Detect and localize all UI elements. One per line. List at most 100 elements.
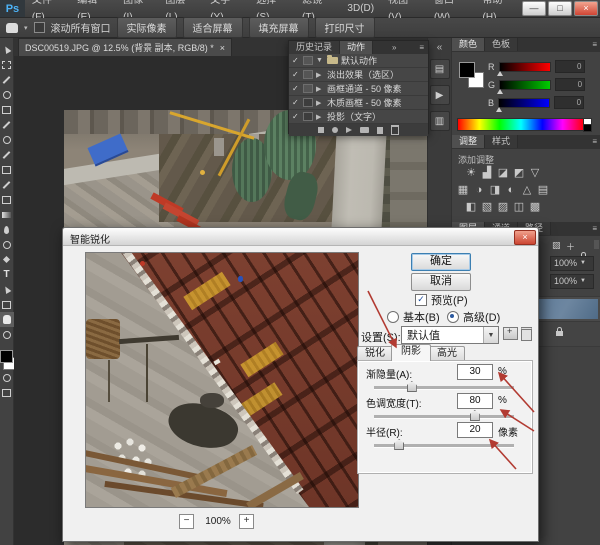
document-close-icon[interactable]: × [220,40,225,57]
opacity-value[interactable]: 100% ▼ [550,256,594,271]
path-select-tool[interactable] [0,282,14,297]
marquee-tool[interactable] [0,57,14,72]
channel-value[interactable]: 0 [555,78,585,91]
scroll-all-windows-checkbox[interactable] [34,22,45,33]
invert-icon[interactable]: ◧ [464,201,478,214]
modal-toggle-icon[interactable] [303,56,313,65]
foreground-color-swatch[interactable] [0,350,13,363]
panel-menu-icon[interactable]: ≡ [588,38,600,52]
lock-extra-icon[interactable] [594,240,599,249]
document-tab[interactable]: DSC00519.JPG @ 12.5% (背景 副本, RGB/8) * × [18,38,232,57]
tonal-width-input[interactable]: 80 [457,393,493,409]
tab-styles[interactable]: 样式 [485,135,518,148]
eyedropper-tool[interactable] [0,117,14,132]
print-size-button[interactable]: 打印尺寸 [315,17,375,38]
tab-history[interactable]: 历史记录 [289,41,340,54]
eraser-tool[interactable] [0,192,14,207]
tab-adjustments[interactable]: 调整 [452,135,485,148]
record-icon[interactable] [332,127,338,133]
actions-panel-icon[interactable]: ▶ [430,85,450,105]
action-row[interactable]: ✓ ▶ 淡出效果（选区） [289,68,428,82]
basic-radio[interactable] [387,311,399,323]
slider-thumb[interactable] [470,410,480,421]
preview-zoom-in-button[interactable]: + [239,514,254,529]
history-brush-tool[interactable] [0,177,14,192]
tonal-width-slider[interactable] [374,415,514,419]
properties-panel-icon[interactable]: ▥ [430,111,450,131]
stop-icon[interactable] [318,127,324,133]
modal-toggle-icon[interactable] [303,112,313,121]
slider-thumb[interactable] [394,439,404,450]
dodge-tool[interactable] [0,237,14,252]
save-settings-icon[interactable] [503,327,518,340]
menu-3d[interactable]: 3D(D) [340,0,381,17]
shape-tool[interactable] [0,297,14,312]
radius-input[interactable]: 20 [457,422,493,438]
zoom-tool[interactable] [0,327,14,342]
fit-screen-button[interactable]: 适合屏幕 [183,17,243,38]
settings-dropdown[interactable]: 默认值 ▼ [401,326,499,344]
channel-mixer-icon[interactable]: △ [520,184,534,197]
new-action-icon[interactable] [377,127,383,134]
collapse-dock-icon[interactable]: « [437,42,443,53]
quick-mask-button[interactable] [0,370,14,385]
color-spectrum-bar[interactable] [457,118,585,131]
minimize-button[interactable]: — [522,1,546,16]
check-icon[interactable]: ✓ [292,112,300,121]
new-set-icon[interactable] [360,127,369,133]
delete-settings-icon[interactable] [521,327,532,341]
advanced-radio[interactable] [447,311,459,323]
foreground-color-swatch[interactable] [459,62,475,78]
panel-color-swatches[interactable] [459,62,485,88]
fill-screen-button[interactable]: 填充屏幕 [249,17,309,38]
blue-slider[interactable] [498,98,550,108]
modal-toggle-icon[interactable] [303,98,313,107]
color-swatches[interactable] [0,350,14,370]
red-slider[interactable] [499,62,551,72]
info-panel-icon[interactable]: ▤ [430,59,450,79]
check-icon[interactable]: ✓ [292,56,300,65]
dialog-close-button[interactable]: × [514,230,536,245]
tab-swatches[interactable]: 色板 [485,38,518,51]
action-row[interactable]: ✓ ▶ 木质画框 - 50 像素 [289,96,428,110]
tab-color[interactable]: 颜色 [452,38,485,51]
slider-thumb[interactable] [497,89,503,94]
slider-thumb[interactable] [496,107,502,112]
panel-menu-icon[interactable]: ≡ [588,135,600,149]
hand-tool[interactable] [0,312,14,327]
fill-value[interactable]: 100% ▼ [550,274,594,289]
vibrance-icon[interactable]: ▽ [528,167,542,180]
threshold-icon[interactable]: ▨ [496,201,510,214]
panel-overflow-icon[interactable]: » [388,41,400,54]
screen-mode-button[interactable] [0,385,14,400]
move-tool[interactable] [0,42,14,57]
slider-thumb[interactable] [497,71,503,76]
tab-sharpen[interactable]: 锐化 [357,346,393,361]
action-row[interactable]: ✓ ▶ 画框通道 - 50 像素 [289,82,428,96]
dialog-title-bar[interactable]: 智能锐化 [63,228,538,246]
posterize-icon[interactable]: ▧ [480,201,494,214]
lock-position-icon[interactable]: ＋ [566,240,575,253]
exposure-icon[interactable]: ◩ [512,167,526,180]
panel-menu-icon[interactable]: ≡ [588,222,600,236]
slider-thumb[interactable] [407,381,417,392]
trash-icon[interactable] [391,125,399,135]
collapsed-icon[interactable]: ▶ [316,113,324,121]
check-icon[interactable]: ✓ [292,84,300,93]
fade-amount-input[interactable]: 30 [457,364,493,380]
hue-saturation-icon[interactable]: ▦ [456,184,470,197]
fade-amount-slider[interactable] [374,386,514,390]
collapsed-icon[interactable]: ▶ [316,85,324,93]
action-row-default-set[interactable]: ✓ ▼ 默认动作 [289,54,428,68]
channel-value[interactable]: 0 [555,60,585,73]
crop-tool[interactable] [0,102,14,117]
tab-actions[interactable]: 动作 [340,41,373,54]
dropdown-icon[interactable]: ▼ [580,257,586,270]
check-icon[interactable]: ✓ [292,70,300,79]
quick-select-tool[interactable] [0,87,14,102]
action-row[interactable]: ✓ ▶ 投影（文字） [289,110,428,124]
play-icon[interactable] [346,127,352,133]
close-button[interactable]: × [574,1,598,16]
tab-highlight[interactable]: 高光 [429,346,465,361]
preview-image[interactable] [85,252,359,508]
